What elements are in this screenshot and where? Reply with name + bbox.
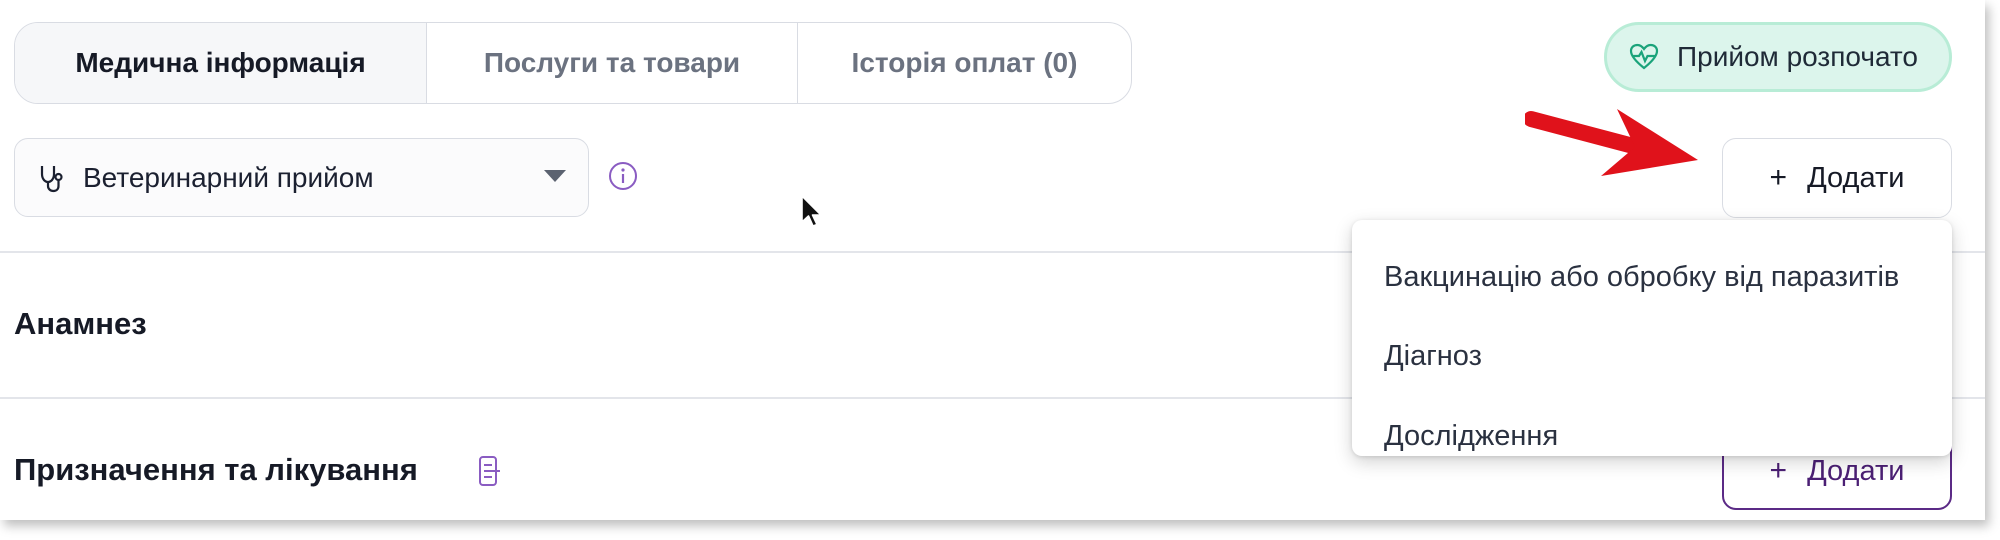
- tab-services-goods[interactable]: Послуги та товари: [427, 23, 798, 103]
- visit-type-select[interactable]: Ветеринарний прийом: [14, 138, 589, 217]
- mouse-cursor-icon: [801, 195, 822, 227]
- visit-type-value: Ветеринарний прийом: [83, 161, 374, 193]
- anamnesis-title: Анамнез: [14, 306, 147, 341]
- plus-icon: +: [1769, 161, 1788, 194]
- app-frame: Медична інформація Послуги та товари Іст…: [0, 0, 1985, 520]
- treatment-title: Призначення та лікування: [14, 452, 418, 487]
- chevron-down-icon: [544, 170, 566, 182]
- add-button[interactable]: + Додати: [1722, 138, 1952, 218]
- document-export-icon[interactable]: [478, 455, 502, 487]
- status-badge: Прийом розпочато: [1604, 22, 1952, 92]
- annotation-arrow-icon: [1525, 109, 1698, 176]
- tab-medical-info[interactable]: Медична інформація: [15, 23, 427, 103]
- menu-item-vaccination[interactable]: Вакцинацію або обробку від паразитів: [1352, 238, 1952, 316]
- info-icon[interactable]: [608, 161, 638, 191]
- heartbeat-icon: [1629, 43, 1659, 70]
- menu-item-diagnosis[interactable]: Діагноз: [1352, 316, 1952, 396]
- status-label: Прийом розпочато: [1677, 41, 1918, 72]
- add-button-label: Додати: [1807, 161, 1905, 194]
- tab-bar: Медична інформація Послуги та товари Іст…: [14, 22, 1132, 104]
- add-dropdown-menu: Вакцинацію або обробку від паразитів Діа…: [1352, 220, 1952, 456]
- stethoscope-icon: [37, 163, 65, 193]
- menu-item-examination[interactable]: Дослідження: [1352, 396, 1952, 476]
- tab-payment-history[interactable]: Історія оплат (0): [798, 23, 1131, 103]
